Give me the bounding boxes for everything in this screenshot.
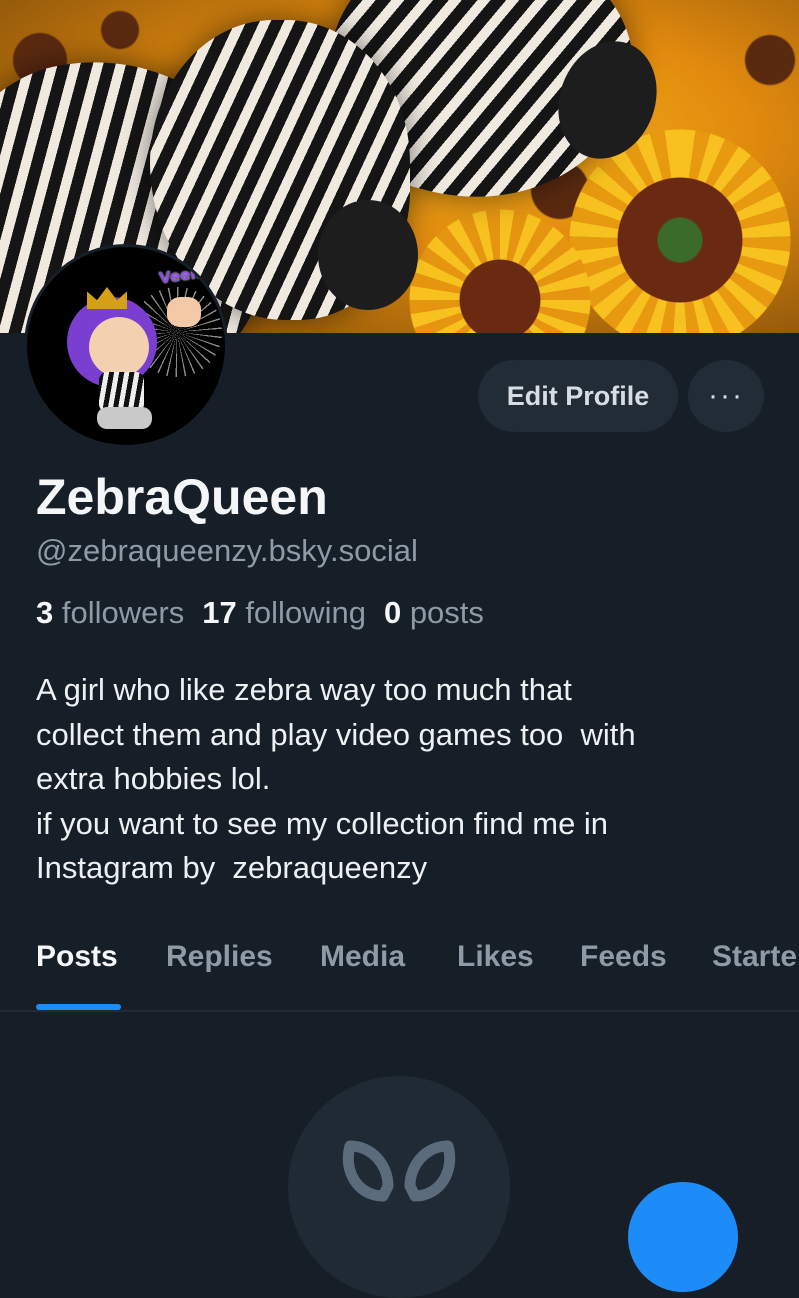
profile-bio: A girl who like zebra way too much that … xyxy=(36,668,776,891)
bio-line: collect them and play video games too wi… xyxy=(36,716,636,752)
zebra-snout xyxy=(318,200,418,310)
edit-profile-button[interactable]: Edit Profile xyxy=(478,360,678,432)
posts-stat: 0 posts xyxy=(384,595,484,630)
tab-feeds[interactable]: Feeds xyxy=(580,940,667,974)
display-name: ZebraQueen xyxy=(36,469,328,525)
bio-line: Instagram by zebraqueenzy xyxy=(36,850,428,885)
butterfly-icon xyxy=(342,1140,456,1202)
profile-stats: 3 followers 17 following 0 posts xyxy=(36,595,484,631)
ellipsis-icon: ··· xyxy=(708,379,744,412)
following-count: 17 xyxy=(202,595,237,630)
followers-link[interactable]: 3 followers xyxy=(36,595,184,630)
divider xyxy=(0,1010,799,1012)
followers-label: followers xyxy=(61,595,185,630)
compose-button[interactable] xyxy=(628,1182,738,1292)
tab-starter-packs[interactable]: Starte xyxy=(712,940,797,974)
following-label: following xyxy=(245,595,366,630)
bio-line: if you want to see my collection find me… xyxy=(36,805,609,841)
posts-label: posts xyxy=(409,595,484,630)
tab-likes[interactable]: Likes xyxy=(457,940,534,974)
crown-icon xyxy=(87,287,127,309)
following-link[interactable]: 17 following xyxy=(202,595,366,630)
avatar-legs xyxy=(97,407,152,429)
avatar-face xyxy=(89,317,149,377)
tab-replies[interactable]: Replies xyxy=(166,940,273,974)
tab-media[interactable]: Media xyxy=(320,940,405,974)
avatar[interactable]: Veemo! xyxy=(24,244,228,448)
followers-count: 3 xyxy=(36,595,54,630)
posts-count: 0 xyxy=(383,595,402,630)
more-options-button[interactable]: ··· xyxy=(688,360,764,432)
profile-handle: @zebraqueenzy.bsky.social xyxy=(36,533,418,568)
avatar-fist xyxy=(167,297,201,327)
avatar-body xyxy=(99,372,144,412)
bio-line: extra hobbies lol. xyxy=(36,761,271,796)
bio-line: A girl who like zebra way too much that xyxy=(36,672,572,707)
empty-state-circle xyxy=(288,1076,510,1298)
tab-posts[interactable]: Posts xyxy=(36,940,118,974)
profile-tabs: Posts Replies Media Likes Feeds Starte xyxy=(0,940,799,1012)
